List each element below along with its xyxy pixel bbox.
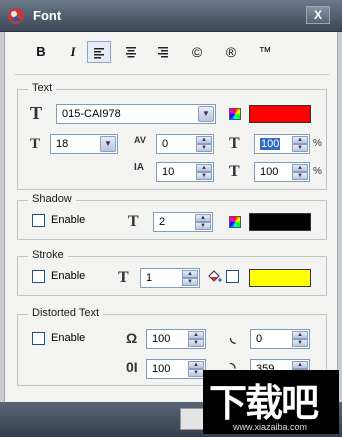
distort-enable-label: Enable [51, 332, 86, 344]
stroke-group-title: Stroke [28, 249, 68, 261]
scale-y-field[interactable]: 100 ▲ ▼ [254, 162, 310, 182]
registered-button[interactable]: ® [219, 41, 243, 63]
distort-b-value: 0 [256, 333, 263, 345]
scale-x-unit: % [313, 138, 322, 149]
char-spacing-value: 0 [162, 138, 169, 150]
italic-button[interactable]: I [61, 41, 85, 63]
distort-c-spinner[interactable]: ▲ ▼ [188, 361, 204, 377]
stroke-group: Stroke Enable T 1 ▲ ▼ [17, 249, 327, 296]
line-spacing-icon: IA [134, 162, 144, 173]
font-size-icon: T [30, 136, 41, 152]
dialog-body: B I © ® ™ Text T 015-CAI978 ▼ T 18 ▼ AV … [4, 32, 338, 402]
align-left-icon [94, 48, 104, 59]
scale-x-value: 100 [260, 138, 281, 150]
distort-group-title: Distorted Text [28, 307, 104, 319]
scale-y-spinner[interactable]: ▲ ▼ [292, 164, 308, 180]
align-right-button[interactable] [151, 41, 175, 63]
scale-y-unit: % [313, 166, 322, 177]
app-logo-icon [8, 8, 24, 24]
stroke-color-swatch[interactable] [249, 269, 311, 287]
shadow-enable-checkbox[interactable] [32, 214, 45, 227]
horizontal-warp-icon: Ω [126, 330, 138, 346]
stroke-enable-checkbox[interactable] [32, 270, 45, 283]
window-title: Font [33, 8, 62, 23]
color-palette-icon[interactable] [229, 108, 241, 120]
watermark: 下载吧 www.xiazaiba.com [203, 370, 339, 434]
font-color-swatch[interactable] [249, 105, 311, 123]
stroke-fill-checkbox[interactable] [226, 270, 239, 283]
distort-c-value: 100 [152, 363, 171, 375]
line-spacing-value: 10 [162, 166, 175, 178]
shadow-group-title: Shadow [28, 193, 76, 205]
stroke-width-icon: T [118, 269, 129, 286]
chevron-down-icon[interactable]: ▼ [100, 136, 116, 152]
distort-b-spinner[interactable]: ▲ ▼ [292, 331, 308, 347]
line-spacing-field[interactable]: 10 ▲ ▼ [156, 162, 214, 182]
char-spacing-icon: AV [134, 135, 146, 145]
watermark-logo: 下载吧 [209, 381, 319, 425]
font-name-select[interactable]: 015-CAI978 ▼ [56, 104, 216, 124]
font-name-icon: T [30, 103, 43, 123]
paint-bucket-icon[interactable] [206, 269, 222, 285]
bold-button[interactable]: B [29, 41, 53, 63]
stroke-width-field[interactable]: 1 ▲ ▼ [140, 268, 200, 288]
font-name-value: 015-CAI978 [62, 108, 121, 120]
char-spacing-field[interactable]: 0 ▲ ▼ [156, 134, 214, 154]
line-spacing-spinner[interactable]: ▲ ▼ [196, 164, 212, 180]
stroke-width-spinner[interactable]: ▲ ▼ [182, 270, 198, 286]
shadow-offset-icon: T [128, 213, 139, 230]
shadow-offset-spinner[interactable]: ▲ ▼ [195, 214, 211, 230]
shadow-group: Shadow Enable T 2 ▲ ▼ [17, 193, 327, 240]
shadow-enable-label: Enable [51, 214, 86, 226]
angle-icon: ◟ [230, 329, 236, 345]
vertical-scale-icon: T [229, 163, 240, 180]
distort-a-field[interactable]: 100 ▲ ▼ [146, 329, 206, 349]
stroke-enable-label: Enable [51, 270, 86, 282]
text-group-title: Text [28, 82, 57, 94]
toolbar-divider [15, 74, 329, 75]
align-left-button[interactable] [87, 41, 111, 63]
chevron-down-icon[interactable]: ▼ [198, 106, 214, 122]
font-size-select[interactable]: 18 ▼ [50, 134, 118, 154]
trademark-button[interactable]: ™ [253, 41, 277, 63]
distort-b-field[interactable]: 0 ▲ ▼ [250, 329, 310, 349]
font-size-value: 18 [56, 138, 69, 150]
copyright-button[interactable]: © [185, 41, 209, 63]
shadow-color-swatch[interactable] [249, 213, 311, 231]
shadow-offset-field[interactable]: 2 ▲ ▼ [153, 212, 213, 232]
title-bar: Font X [0, 0, 342, 32]
distort-enable-checkbox[interactable] [32, 332, 45, 345]
format-toolbar: B I © ® ™ [15, 40, 325, 66]
close-button[interactable]: X [306, 6, 330, 24]
stroke-width-value: 1 [146, 272, 153, 284]
distort-a-spinner[interactable]: ▲ ▼ [188, 331, 204, 347]
watermark-url: www.xiazaiba.com [233, 422, 308, 432]
color-palette-icon[interactable] [229, 216, 241, 228]
scale-y-value: 100 [260, 166, 279, 178]
align-center-icon [126, 47, 136, 58]
char-spacing-spinner[interactable]: ▲ ▼ [196, 136, 212, 152]
scale-x-spinner[interactable]: ▲ ▼ [292, 136, 308, 152]
align-center-button[interactable] [119, 41, 143, 63]
vertical-warp-icon: 0I [126, 359, 138, 375]
scale-x-field[interactable]: 100 ▲ ▼ [254, 134, 310, 154]
distort-c-field[interactable]: 100 ▲ ▼ [146, 359, 206, 379]
distort-a-value: 100 [152, 333, 171, 345]
shadow-offset-value: 2 [159, 216, 166, 228]
text-group: Text T 015-CAI978 ▼ T 18 ▼ AV 0 ▲ ▼ T 100… [17, 82, 327, 190]
align-right-icon [158, 47, 168, 58]
horizontal-scale-icon: T [229, 135, 240, 152]
